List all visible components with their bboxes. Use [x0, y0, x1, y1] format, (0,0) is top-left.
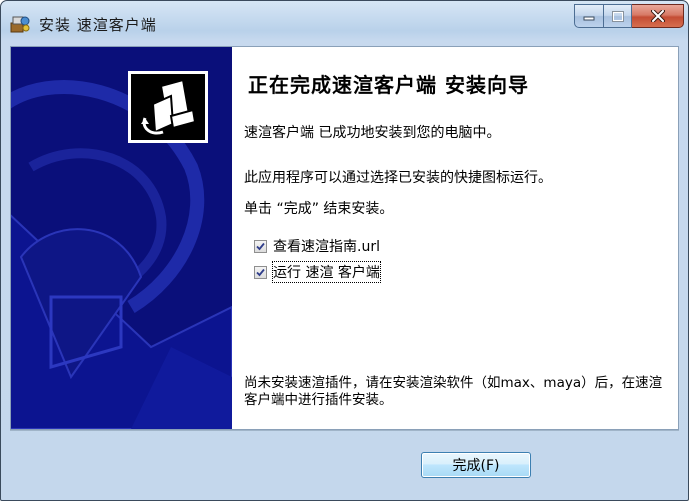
option-view-guide[interactable]: 查看速渲指南.url [254, 236, 380, 256]
wizard-content: 正在完成速渲客户端 安装向导 速渲客户端 已成功地安装到您的电脑中。 此应用程序… [232, 47, 678, 429]
run-client-checkbox[interactable] [254, 265, 267, 279]
view-guide-label: 查看速渲指南.url [273, 239, 380, 255]
checkmark-icon [256, 242, 265, 250]
maximize-button[interactable] [604, 4, 632, 28]
installer-app-icon [10, 16, 30, 33]
finish-instruction: 单击 “完成” 结束安装。 [244, 201, 394, 217]
title-bar[interactable]: 安装 速渲客户端 [1, 1, 688, 45]
installer-window: 安装 速渲客户端 正在完成速渲客户端 安装向导 速渲客户端 已成功地安装到您的电… [0, 0, 689, 501]
installed-message: 速渲客户端 已成功地安装到您的电脑中。 [244, 125, 501, 141]
maximize-icon [611, 10, 624, 22]
option-run-client[interactable]: 运行 速渲 客户端 [254, 261, 381, 283]
wizard-client-area: 正在完成速渲客户端 安装向导 速渲客户端 已成功地安装到您的电脑中。 此应用程序… [10, 46, 679, 430]
plugin-note: 尚未安装速渲插件，请在安装渲染软件（如max、maya）后，在速渲客户端中进行插… [244, 375, 663, 408]
caption-buttons [574, 4, 684, 32]
footer-separator [10, 430, 679, 431]
checkmark-icon [256, 268, 265, 276]
run-client-label: 运行 速渲 客户端 [272, 261, 381, 283]
wizard-heading: 正在完成速渲客户端 安装向导 [248, 73, 529, 97]
minimize-button[interactable] [574, 4, 604, 28]
shortcut-message: 此应用程序可以通过选择已安装的快捷图标运行。 [244, 170, 552, 186]
wizard-side-banner [11, 47, 232, 429]
view-guide-checkbox[interactable] [254, 239, 267, 253]
close-button[interactable] [632, 4, 684, 28]
installer-computer-icon [141, 78, 197, 135]
close-icon [650, 10, 665, 22]
window-title: 安装 速渲客户端 [39, 16, 157, 34]
finish-button[interactable]: 完成(F) [421, 452, 531, 478]
minimize-icon [583, 16, 595, 21]
installer-logo [128, 71, 208, 143]
